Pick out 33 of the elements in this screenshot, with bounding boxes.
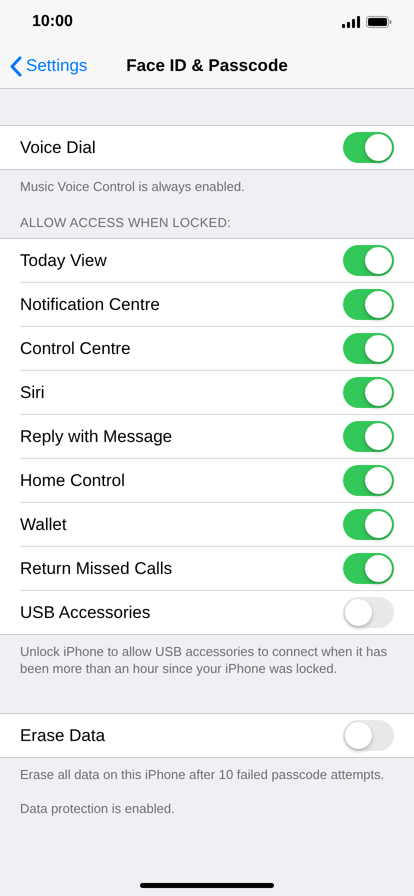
footer-note: Unlock iPhone to allow USB accessories to connect when it has been more than an hour since your iPhone was locked. <box>20 643 388 677</box>
toggle-switch[interactable] <box>343 421 394 452</box>
toggle-switch[interactable] <box>343 245 394 276</box>
setting-label: Control Centre <box>20 338 131 358</box>
section-header: ALLOW ACCESS WHEN LOCKED: <box>19 215 232 232</box>
setting-label: Erase Data <box>20 726 106 746</box>
footer-note: Data protection is enabled. <box>20 800 176 817</box>
setting-label: Voice Dial <box>20 138 96 158</box>
toggle-switch[interactable] <box>343 465 394 496</box>
setting-label: Notification Centre <box>20 294 160 314</box>
setting-label: Wallet <box>20 514 67 534</box>
back-button[interactable]: Settings <box>10 56 88 76</box>
footer-note: Music Voice Control is always enabled. <box>20 178 246 195</box>
toggle-switch[interactable] <box>343 132 394 163</box>
signal-icon <box>342 16 360 28</box>
toggle-switch[interactable] <box>343 509 394 540</box>
setting-label: Return Missed Calls <box>20 558 172 578</box>
toggle-switch[interactable] <box>343 720 394 751</box>
toggle-switch[interactable] <box>343 597 394 628</box>
setting-label: Today View <box>20 250 107 270</box>
setting-label: Reply with Message <box>20 426 172 446</box>
toggle-switch[interactable] <box>343 333 394 364</box>
chevron-left-icon <box>10 56 22 76</box>
toggle-switch[interactable] <box>343 377 394 408</box>
status-time: 10:00 <box>32 13 73 31</box>
footer-note: Erase all data on this iPhone after 10 failed passcode attempts. <box>20 766 386 783</box>
toggle-switch[interactable] <box>343 553 394 584</box>
page-title: Face ID & Passcode <box>126 56 288 75</box>
toggle-switch[interactable] <box>343 289 394 320</box>
setting-label: USB Accessories <box>20 602 150 622</box>
setting-label: Siri <box>20 382 45 402</box>
setting-label: Home Control <box>20 470 125 490</box>
battery-icon <box>366 16 392 28</box>
